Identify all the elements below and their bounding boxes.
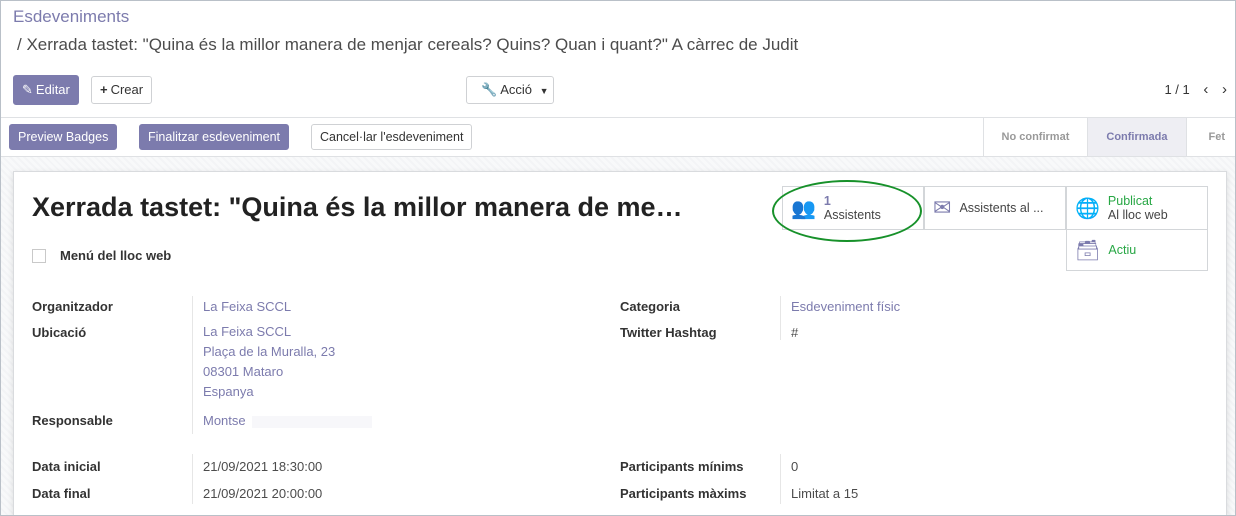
- responsible-value[interactable]: Montse: [203, 413, 372, 428]
- max-participants-label: Participants màxims: [620, 486, 747, 501]
- step-unconfirmed[interactable]: No confirmat: [982, 118, 1088, 156]
- breadcrumb: Esdeveniments / Xerrada tastet: "Quina é…: [13, 7, 1225, 55]
- statusbar: Preview Badges Finalitzar esdeveniment C…: [1, 117, 1235, 157]
- website-menu-checkbox[interactable]: [32, 248, 46, 263]
- create-button-label: Crear: [110, 82, 144, 97]
- date-column-divider: [192, 454, 193, 504]
- annotation-highlight-ring: [772, 180, 922, 242]
- organizer-value[interactable]: La Feixa SCCL: [203, 299, 291, 314]
- right-column-divider: [780, 296, 781, 340]
- website-menu-label: Menú del lloc web: [60, 248, 172, 263]
- edit-button-label: Editar: [35, 82, 70, 97]
- twitter-hashtag-value[interactable]: #: [791, 325, 798, 340]
- attendees-mail-smart-button[interactable]: ✉ Assistents al ...: [924, 186, 1066, 230]
- published-text: Publicat Al lloc web: [1108, 194, 1168, 222]
- pencil-icon: ✎: [22, 82, 33, 97]
- step-confirmed[interactable]: Confirmada: [1087, 118, 1186, 156]
- min-participants-label: Participants mínims: [620, 459, 744, 474]
- twitter-hashtag-label: Twitter Hashtag: [620, 325, 717, 340]
- responsible-label: Responsable: [32, 413, 113, 428]
- location-value[interactable]: La Feixa SCCL Plaça de la Muralla, 23 08…: [203, 322, 335, 402]
- caret-down-icon: ▼: [539, 86, 549, 96]
- end-date-label: Data final: [32, 486, 91, 501]
- left-column-divider: [192, 296, 193, 434]
- action-dropdown[interactable]: 🔧 Acció ▼: [466, 76, 554, 104]
- envelope-icon: ✉: [933, 195, 952, 220]
- min-participants-value[interactable]: 0: [791, 459, 798, 474]
- wrench-icon: 🔧: [481, 82, 498, 97]
- create-button[interactable]: + Crear: [91, 76, 153, 104]
- website-published-smart-button[interactable]: 🌐 Publicat Al lloc web: [1066, 186, 1208, 230]
- finish-event-button[interactable]: Finalitzar esdeveniment: [139, 124, 290, 150]
- participants-column-divider: [780, 454, 781, 504]
- end-date-value[interactable]: 21/09/2021 20:00:00: [203, 486, 322, 501]
- attendees-mail-label: Assistents al ...: [959, 201, 1044, 215]
- archive-icon: 🗃: [1075, 239, 1101, 262]
- step-done[interactable]: Fet: [1185, 118, 1235, 156]
- form-sheet: Xerrada tastet: "Quina és la millor mane…: [13, 171, 1227, 515]
- plus-icon: +: [100, 82, 108, 97]
- category-value[interactable]: Esdeveniment físic: [791, 299, 900, 314]
- breadcrumb-current: / Xerrada tastet: "Quina és la millor ma…: [17, 35, 799, 54]
- category-label: Categoria: [620, 299, 680, 314]
- website-menu-field: Menú del lloc web: [32, 248, 171, 263]
- location-line: 08301 Mataro: [203, 364, 284, 379]
- pager-previous-icon[interactable]: ‹: [1203, 81, 1208, 98]
- status-steps: No confirmat Confirmada Fet: [982, 118, 1235, 156]
- globe-icon: 🌐: [1075, 197, 1100, 220]
- location-label: Ubicació: [32, 325, 87, 340]
- pager: 1 / 1 ‹ ›: [1164, 81, 1227, 98]
- edit-button[interactable]: ✎ Editar: [13, 75, 79, 105]
- start-date-label: Data inicial: [32, 459, 101, 474]
- pager-next-icon[interactable]: ›: [1222, 81, 1227, 98]
- action-dropdown-label: Acció: [500, 82, 532, 97]
- published-sub: Al lloc web: [1107, 208, 1168, 222]
- preview-badges-button[interactable]: Preview Badges: [9, 124, 118, 150]
- location-line: La Feixa SCCL: [203, 324, 292, 339]
- event-title: Xerrada tastet: "Quina és la millor mane…: [32, 192, 683, 222]
- form-view: Esdeveniments / Xerrada tastet: "Quina é…: [0, 0, 1236, 516]
- organizer-label: Organitzador: [32, 299, 113, 314]
- location-line: Espanya: [203, 384, 254, 399]
- start-date-value[interactable]: 21/09/2021 18:30:00: [203, 459, 322, 474]
- active-label: Actiu: [1108, 243, 1137, 257]
- redacted-area: [251, 415, 372, 428]
- breadcrumb-parent-link[interactable]: Esdeveniments: [13, 7, 1225, 27]
- pager-value[interactable]: 1 / 1: [1164, 82, 1189, 97]
- location-line: Plaça de la Muralla, 23: [203, 344, 336, 359]
- active-toggle-smart-button[interactable]: 🗃 Actiu: [1066, 229, 1208, 271]
- max-participants-value[interactable]: Limitat a 15: [791, 486, 858, 501]
- responsible-name: Montse: [203, 413, 246, 428]
- cancel-event-button[interactable]: Cancel·lar l'esdeveniment: [311, 124, 473, 150]
- published-label: Publicat: [1107, 194, 1153, 208]
